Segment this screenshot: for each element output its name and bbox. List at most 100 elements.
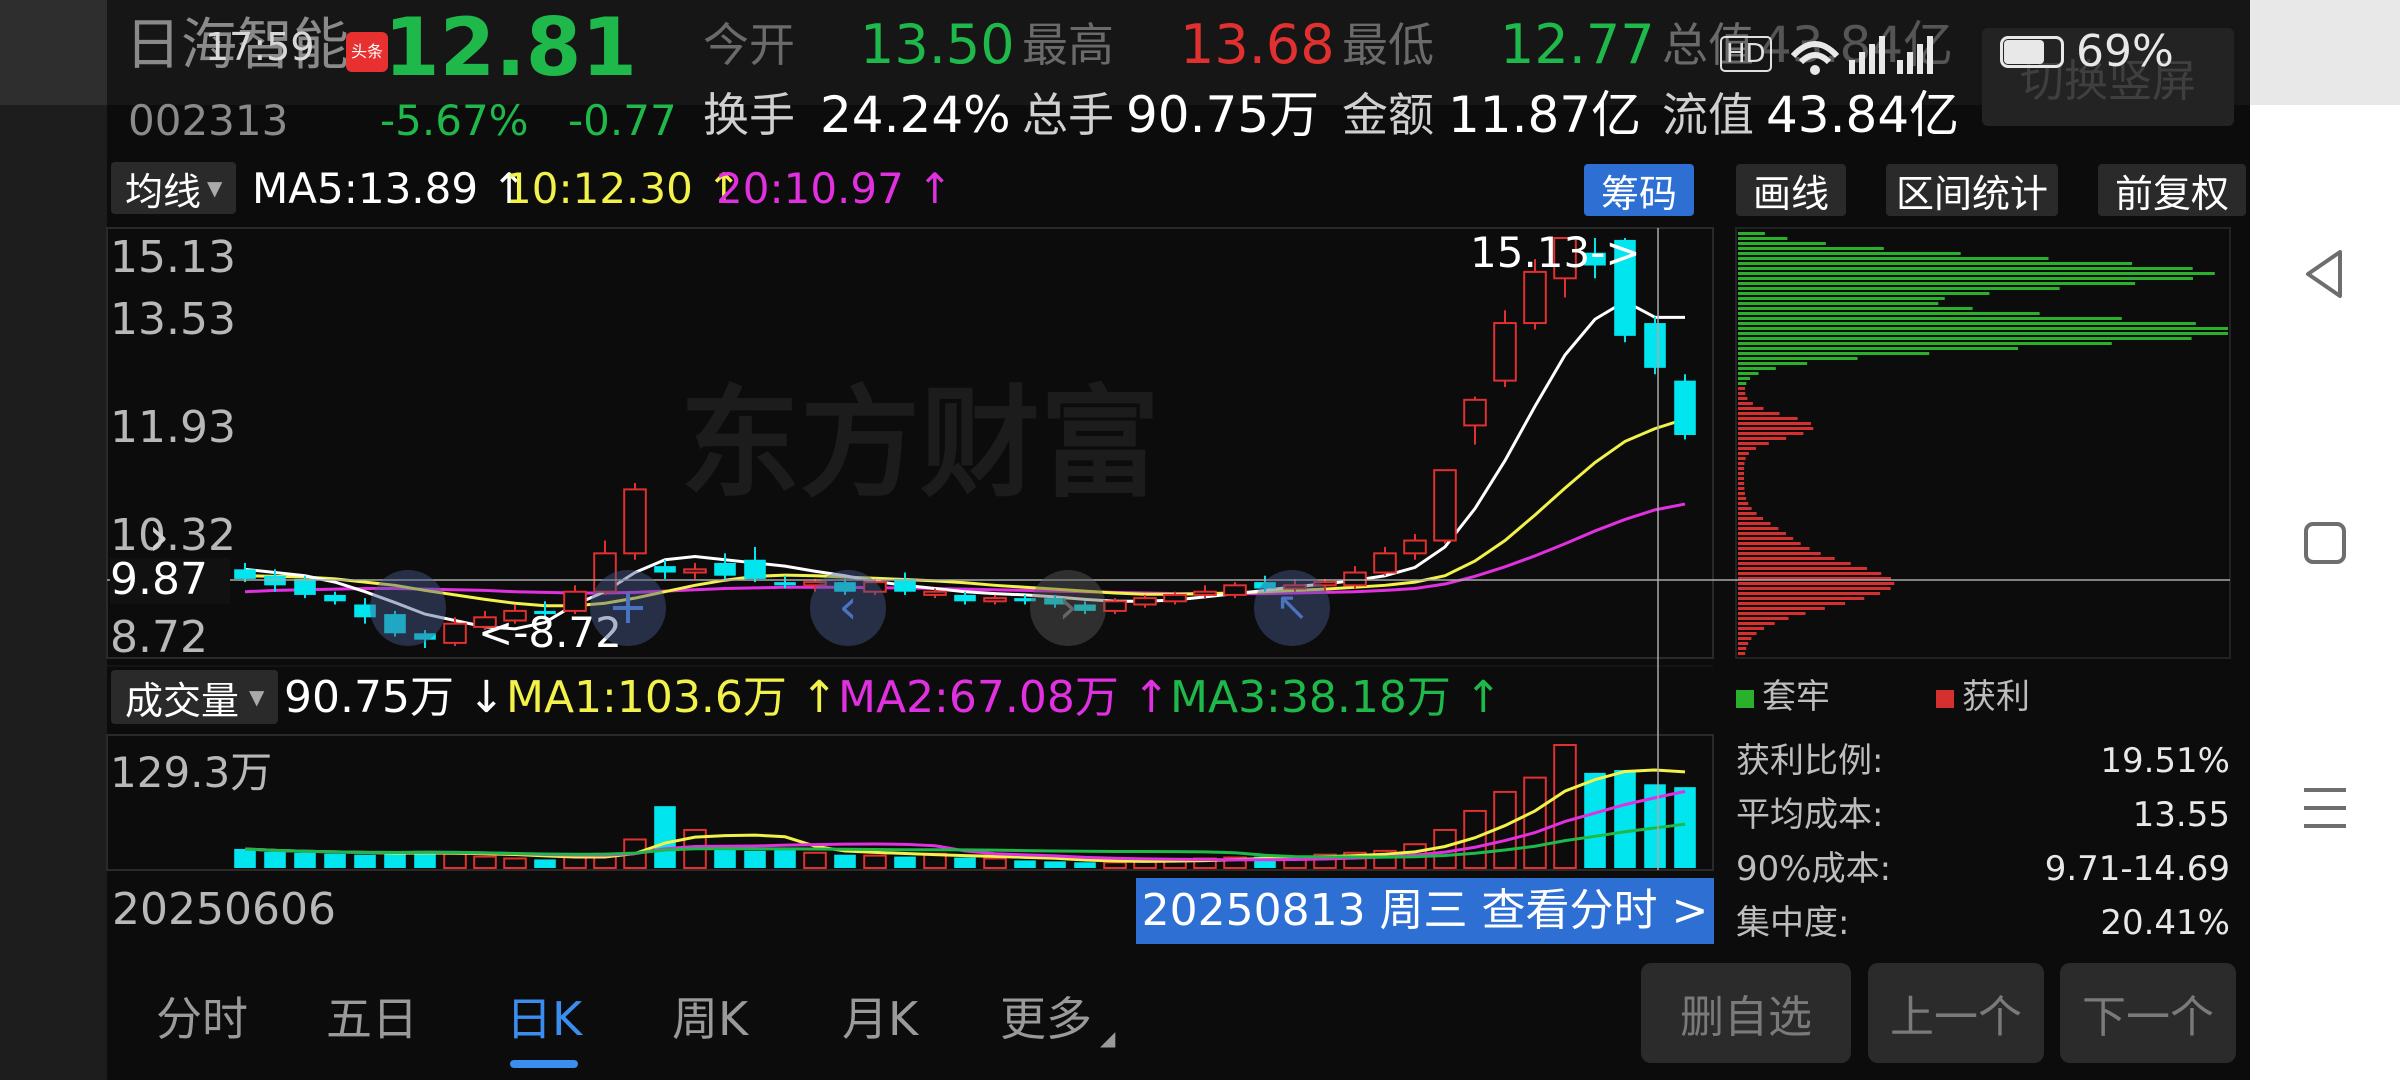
chip-bar [1738,277,2193,280]
zoom-out-button[interactable] [370,570,446,646]
chip-bar [1738,632,1757,635]
tab-weekly-k[interactable]: 周K [672,983,748,1049]
pan-right-button[interactable]: › [1030,570,1106,646]
legend-trapped-swatch [1736,689,1754,708]
volume-bar [294,852,316,868]
chip-bar [1738,452,1749,455]
chip-bar [1738,647,1747,650]
chip-bar [1738,347,2019,350]
chip-bar [1738,572,1882,575]
volume-bar [1074,862,1096,868]
chip-distribution [1738,232,2228,655]
chip-bar [1738,422,1811,425]
volume-bar [1103,861,1127,870]
chip-bar [1738,502,1749,505]
volume-bar [534,859,556,868]
back-nav-icon[interactable] [2300,246,2350,302]
chip-bar [1738,637,1752,640]
high-annotation: 15.13-> [1470,228,1641,277]
tab-daily-k[interactable]: 日K [506,983,582,1049]
chip-bar [1738,542,1801,545]
candle-body [294,578,316,595]
chip-bar [1738,652,1746,655]
chip-bar [1738,367,1776,370]
chip-bar [1738,592,1881,595]
volume-bar [714,848,736,868]
volume-bar [443,852,467,869]
chip-bar [1738,557,1835,560]
volume-ma2: MA2:67.08万 ↑ [838,672,1170,723]
volume-bar [1584,772,1606,868]
tab-selected-indicator [510,1060,578,1068]
concentration-label: 集中度: [1736,903,1850,943]
chip-bar [1738,312,2040,315]
candle-body [1133,597,1157,606]
zoom-in-button[interactable]: + [590,570,666,646]
chip-bar [1738,447,1757,450]
volume-selector[interactable]: 成交量 ▼ [111,670,279,724]
chip-bar [1738,552,1821,555]
chip-bar [1738,617,1789,620]
candle-body [1463,398,1487,427]
chip-bar [1738,342,2112,345]
chip-bar [1738,372,1759,375]
volume-bar [1614,770,1636,868]
chip-bar [1738,292,1990,295]
tab-more[interactable]: 更多 [1000,983,1092,1049]
volume-bar [1674,787,1696,868]
chip-bar [1738,392,1746,395]
chip-bar [1738,522,1771,525]
home-nav-icon[interactable] [2300,514,2350,570]
prev-stock-button[interactable]: 上一个 [1868,963,2044,1063]
next-stock-button[interactable]: 下一个 [2060,963,2236,1063]
chip-bar [1738,247,1884,250]
tab-monthly-k[interactable]: 月K [842,983,918,1049]
chip-bar [1738,607,1825,610]
cost-90-label: 90%成本: [1736,849,1892,889]
price-axis-4: 10.32 [110,510,236,561]
volume-bar [1014,860,1036,868]
volume-bar [324,853,346,868]
more-corner-icon: ◢ [1100,1026,1116,1050]
candle-body [1644,323,1666,368]
volume-bar [834,854,856,868]
pan-left-button[interactable]: ‹ [810,570,886,646]
legend-profit: 获利 [1936,680,2030,714]
chip-bar [1738,582,1895,585]
avg-cost-value: 13.55 [2132,795,2230,835]
volume-bar [1044,861,1066,868]
chip-bar [1738,567,1868,570]
chip-bar [1738,232,1765,235]
chip-bar [1738,427,1814,430]
scroll-left-icon[interactable]: › [148,510,170,564]
profit-ratio-label: 获利比例: [1736,741,1884,781]
chip-bar [1738,457,1746,460]
chip-bar [1738,547,1810,550]
price-axis-max: 15.13 [110,232,236,283]
remove-watchlist-button[interactable]: 删自选 [1641,963,1851,1063]
chip-bar [1738,337,2192,340]
recents-nav-icon[interactable] [2300,780,2350,836]
volume-bar [803,851,827,870]
tab-five-day[interactable]: 五日 [326,983,418,1049]
volume-bar [473,855,497,870]
view-intraday-button[interactable]: 20250813 周三 查看分时 > [1136,878,1714,944]
chip-bar [1738,562,1851,565]
chip-bar [1738,612,1806,615]
chip-bar [1738,642,1749,645]
concentration-value: 20.41% [2100,903,2230,943]
volume-selector-label: 成交量 [125,678,240,723]
chip-bar [1738,512,1757,515]
chip-bar [1738,477,1745,480]
legend-trapped: 套牢 [1736,680,1830,714]
volume-bar [954,857,976,868]
candle-body [324,594,346,602]
volume-bar [384,852,406,868]
chip-bar [1738,432,1804,435]
chip-bar [1738,257,2049,260]
dropdown-arrow-icon: ▼ [249,685,265,709]
tab-intraday[interactable]: 分时 [156,983,248,1049]
chip-bar [1738,622,1775,625]
reset-view-button[interactable]: ↖ [1254,570,1330,646]
chip-bar [1738,287,2060,290]
